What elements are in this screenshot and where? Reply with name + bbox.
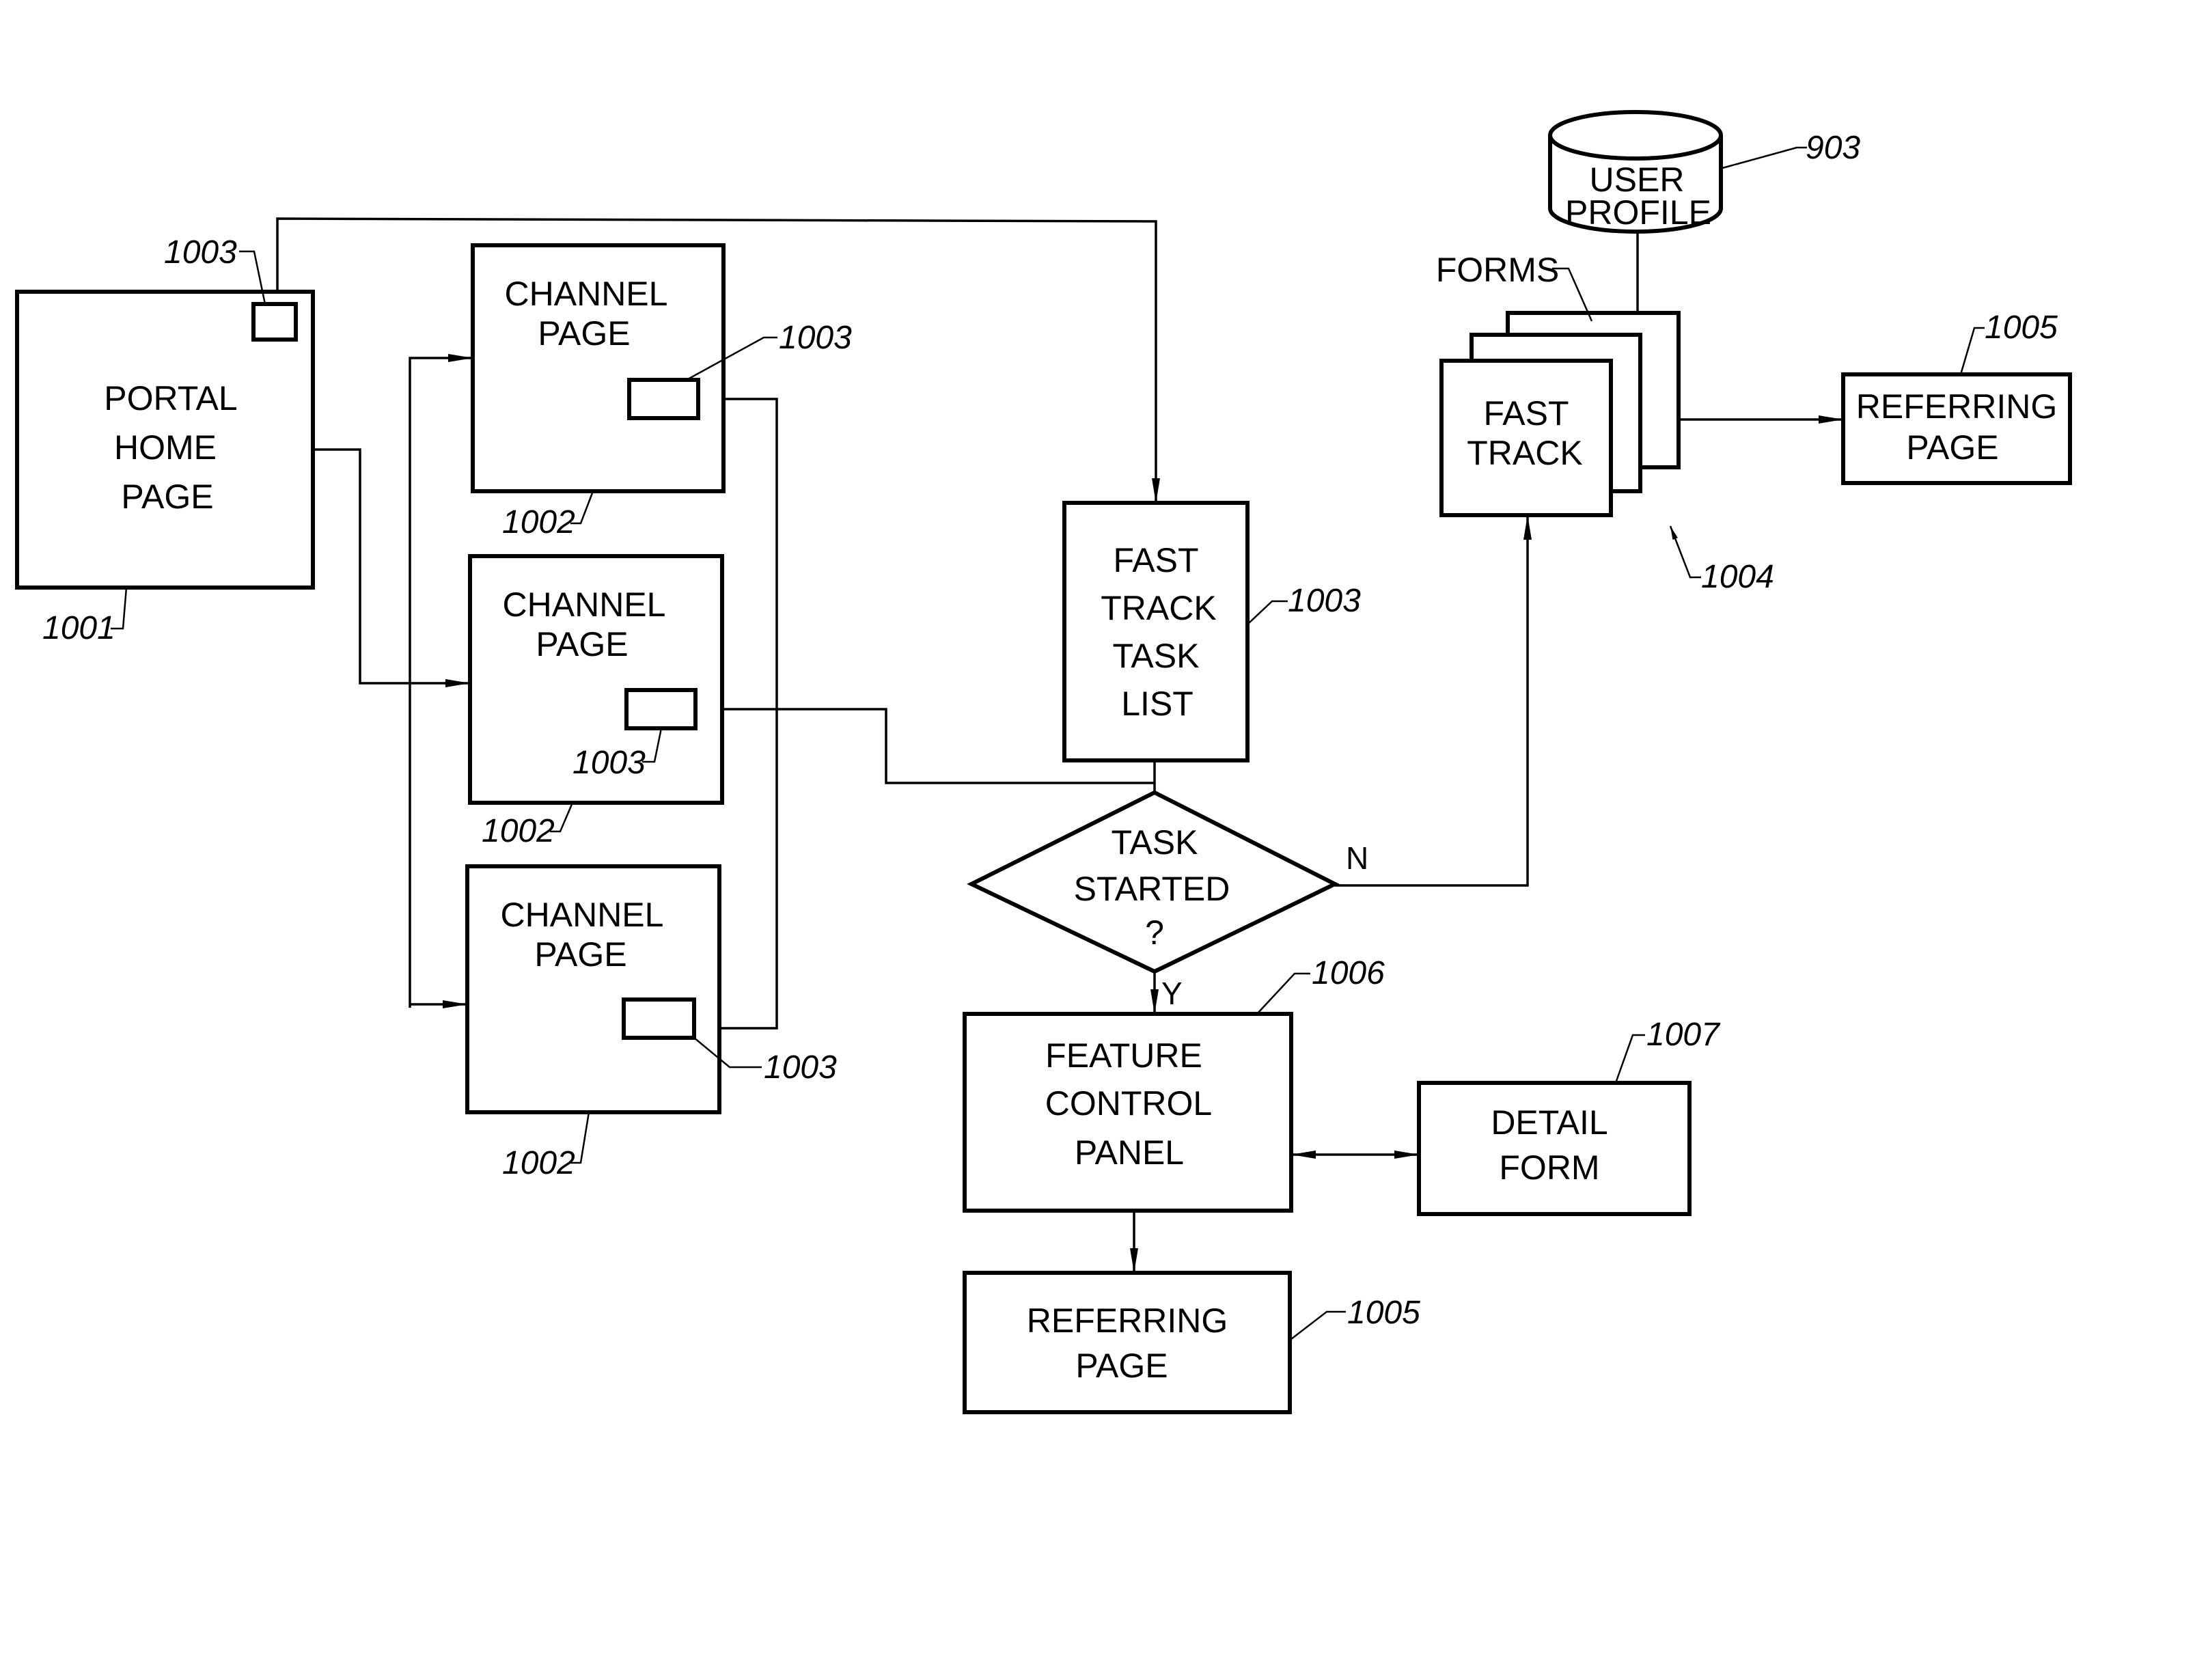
tasklist-line-3: TASK <box>1113 637 1200 675</box>
fast-track-link-box <box>251 302 298 342</box>
ref-1003-tasklist: 1003 <box>1288 583 1361 619</box>
ref-1003-ch2: 1003 <box>572 745 646 781</box>
channel-1-line-2: PAGE <box>538 314 630 353</box>
leader-1003-tasklist <box>1248 600 1288 624</box>
ref-1001: 1001 <box>42 610 115 646</box>
feature-line-2: CONTROL <box>1045 1084 1212 1123</box>
flow-diagram: PORTAL HOME PAGE 1003 1001 CHANNEL PAGE … <box>15 110 2072 1414</box>
ref-1003-ch1: 1003 <box>779 320 852 356</box>
ref-1002-ch2: 1002 <box>482 813 555 849</box>
decision-line-3: ? <box>1145 913 1164 952</box>
leader-1006 <box>1256 972 1310 1015</box>
ref-1005-bottom: 1005 <box>1347 1295 1420 1331</box>
referring-top-line-1: REFERRING <box>1856 387 2057 426</box>
forms-line-1: FAST <box>1483 394 1569 432</box>
decision-line-1: TASK <box>1112 823 1198 862</box>
channel-3-line-2: PAGE <box>534 935 626 974</box>
portal-line-3: PAGE <box>121 478 213 516</box>
channel-2-line-2: PAGE <box>536 625 628 663</box>
user-profile-database: USER PROFILE <box>1548 110 1723 234</box>
connector-portal-to-channel-2 <box>313 448 470 687</box>
fast-track-forms-stack: FAST TRACK <box>1439 311 1681 517</box>
ref-1006: 1006 <box>1312 955 1385 991</box>
leader-1004 <box>1669 525 1701 579</box>
tasklist-line-4: LIST <box>1121 685 1193 723</box>
fast-track-link-box <box>622 997 696 1040</box>
forms-line-2: TRACK <box>1467 434 1582 472</box>
ref-1005-top: 1005 <box>1985 309 2058 346</box>
referring-bottom-line-1: REFERRING <box>1027 1302 1228 1340</box>
ref-1003-ch3: 1003 <box>764 1049 837 1086</box>
detail-line-1: DETAIL <box>1491 1103 1607 1142</box>
channel-page-3: CHANNEL PAGE <box>465 864 721 1114</box>
leader-1005-bottom <box>1291 1310 1346 1340</box>
feature-line-3: PANEL <box>1075 1133 1184 1172</box>
ref-1002-ch3: 1002 <box>502 1145 575 1181</box>
channel-3-line-1: CHANNEL <box>501 896 664 934</box>
referring-page-top: REFERRING PAGE <box>1841 372 2072 485</box>
ref-1007: 1007 <box>1646 1017 1721 1053</box>
forms-stack-label: FORMS <box>1436 251 1560 289</box>
leader-1005-top <box>1959 327 1985 375</box>
fast-track-link-box <box>624 688 698 730</box>
decision-no-label: N <box>1346 840 1368 876</box>
detail-line-2: FORM <box>1499 1148 1599 1187</box>
decision-task-started: TASK STARTED ? <box>967 790 1340 974</box>
connector-decision-no <box>1335 515 1532 887</box>
detail-form: DETAIL FORM <box>1417 1081 1692 1216</box>
leader-1007 <box>1614 1034 1645 1084</box>
ref-903: 903 <box>1806 130 1860 166</box>
portal-home-page: PORTAL HOME PAGE <box>15 290 315 590</box>
leader-903 <box>1722 146 1807 169</box>
referring-bottom-line-2: PAGE <box>1075 1347 1168 1385</box>
ref-1003-portal: 1003 <box>164 234 237 271</box>
fast-track-task-list: FAST TRACK TASK LIST <box>1062 501 1250 762</box>
feature-control-panel: FEATURE CONTROL PANEL <box>963 1012 1293 1213</box>
profile-line-2: PROFILE <box>1565 193 1711 232</box>
portal-line-1: PORTAL <box>104 379 237 417</box>
tasklist-line-1: FAST <box>1113 541 1198 579</box>
referring-page-bottom: REFERRING PAGE <box>963 1271 1292 1414</box>
fast-track-link-box <box>627 378 700 420</box>
ref-1004: 1004 <box>1701 559 1774 595</box>
decision-yes-label: Y <box>1161 976 1183 1011</box>
referring-top-line-2: PAGE <box>1906 428 1998 467</box>
feature-line-1: FEATURE <box>1045 1036 1202 1075</box>
channel-page-1: CHANNEL PAGE <box>471 243 726 493</box>
ref-1002-ch1: 1002 <box>502 504 575 540</box>
channel-2-line-1: CHANNEL <box>503 586 666 624</box>
channel-1-line-1: CHANNEL <box>505 275 668 313</box>
portal-line-2: HOME <box>114 428 217 467</box>
tasklist-line-2: TRACK <box>1101 589 1216 627</box>
decision-line-2: STARTED <box>1074 870 1230 908</box>
